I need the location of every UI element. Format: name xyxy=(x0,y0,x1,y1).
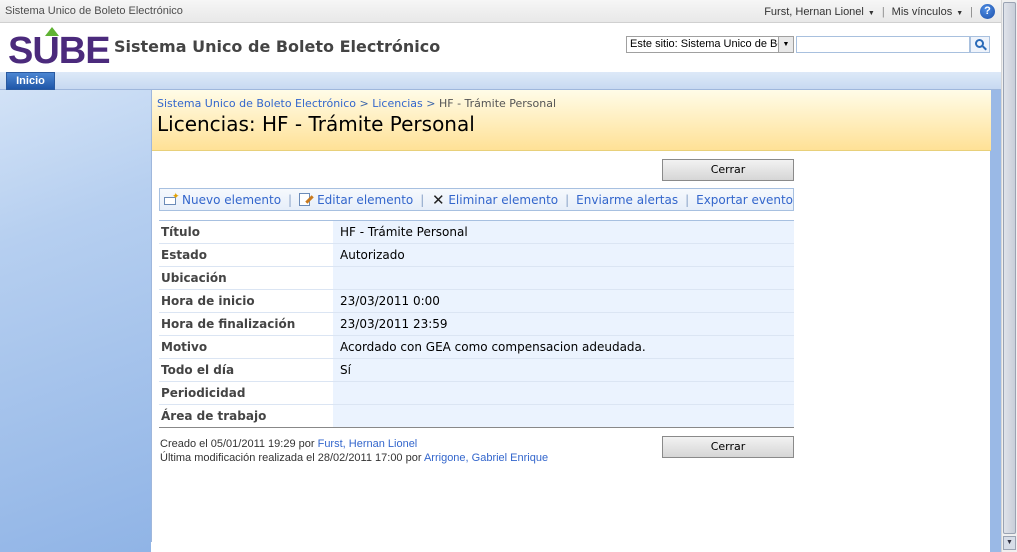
site-title[interactable]: Sistema Unico de Boleto Electrónico xyxy=(114,37,440,56)
divider: | xyxy=(565,192,570,207)
page-title: Licencias: HF - Trámite Personal xyxy=(157,112,475,136)
field-value: 23/03/2011 0:00 xyxy=(333,289,794,313)
new-item-icon: ✦ xyxy=(164,192,180,206)
breadcrumb: Sistema Unico de Boleto Electrónico > Li… xyxy=(157,97,556,110)
field-label: Ubicación xyxy=(159,266,333,290)
created-line: Creado el 05/01/2011 19:29 por Furst, He… xyxy=(160,437,548,451)
breadcrumb-site[interactable]: Sistema Unico de Boleto Electrónico xyxy=(157,97,356,110)
my-links-label: Mis vínculos xyxy=(891,5,953,18)
field-value: Autorizado xyxy=(333,243,794,267)
delete-item-label: Eliminar elemento xyxy=(448,192,559,207)
modified-by-link[interactable]: Arrigone, Gabriel Enrique xyxy=(424,452,548,464)
search-button[interactable] xyxy=(970,36,990,53)
left-navigation-area xyxy=(0,90,151,552)
page-title-area: Sistema Unico de Boleto Electrónico > Li… xyxy=(152,90,991,151)
item-audit-info: Creado el 05/01/2011 19:29 por Furst, He… xyxy=(160,437,548,465)
field-value: HF - Trámite Personal xyxy=(333,220,794,244)
chevron-down-icon: ▼ xyxy=(867,9,875,17)
divider: | xyxy=(881,5,885,18)
edit-icon xyxy=(299,193,314,206)
search-icon-handle xyxy=(982,45,987,51)
breadcrumb-separator: > xyxy=(422,97,439,110)
table-row: Estado Autorizado xyxy=(159,243,794,267)
search-scope-value: Este sitio: Sistema Unico de Bo xyxy=(630,38,784,50)
chevron-down-icon: ▼ xyxy=(778,37,793,52)
divider: | xyxy=(970,5,973,18)
user-name: Furst, Hernan Lionel xyxy=(764,5,864,18)
field-label: Hora de inicio xyxy=(159,289,333,313)
table-row: Hora de inicio 23/03/2011 0:00 xyxy=(159,289,794,313)
vertical-scrollbar[interactable]: ▼ xyxy=(1001,0,1017,552)
my-links-menu[interactable]: Mis vínculos ▼ xyxy=(892,6,963,18)
field-value xyxy=(333,381,794,405)
top-navigation: Inicio xyxy=(0,72,1001,90)
field-label: Título xyxy=(159,220,333,244)
table-row: Ubicación xyxy=(159,266,794,290)
table-row: Área de trabajo xyxy=(159,404,794,428)
table-row: Motivo Acordado con GEA como compensacion… xyxy=(159,335,794,359)
chevron-down-icon: ▼ xyxy=(956,9,964,17)
edit-item-button[interactable]: Editar elemento xyxy=(299,193,413,207)
main-content: Sistema Unico de Boleto Electrónico > Li… xyxy=(151,90,991,542)
field-label: Hora de finalización xyxy=(159,312,333,336)
divider: | xyxy=(685,192,690,207)
table-row: Todo el día Sí xyxy=(159,358,794,382)
close-button-top[interactable]: Cerrar xyxy=(662,159,794,181)
table-row: Título HF - Trámite Personal xyxy=(159,220,794,244)
field-value xyxy=(333,404,794,428)
item-toolbar: ✦ Nuevo elemento | Editar elemento | ✕ E… xyxy=(159,188,794,211)
divider: | xyxy=(420,192,425,207)
user-menu[interactable]: Furst, Hernan Lionel ▼ xyxy=(764,6,875,18)
created-by-link[interactable]: Furst, Hernan Lionel xyxy=(318,438,418,450)
site-header: SUBE Sistema Unico de Boleto Electrónico… xyxy=(0,23,1001,73)
scroll-down-icon[interactable]: ▼ xyxy=(1003,536,1016,550)
new-item-label: Nuevo elemento xyxy=(182,192,282,207)
modified-text: Última modificación realizada el 28/02/2… xyxy=(160,452,424,464)
search-scope-select[interactable]: Este sitio: Sistema Unico de Bo ▼ xyxy=(626,36,794,53)
scrollbar-thumb[interactable] xyxy=(1003,2,1016,534)
search-input[interactable] xyxy=(796,36,970,53)
breadcrumb-list[interactable]: Licencias xyxy=(372,97,423,110)
top-bar-links: Furst, Hernan Lionel ▼ | Mis vínculos ▼ | … xyxy=(764,4,995,19)
tab-inicio[interactable]: Inicio xyxy=(6,72,55,90)
breadcrumb-current: HF - Trámite Personal xyxy=(439,97,557,110)
created-text: Creado el 05/01/2011 19:29 por xyxy=(160,438,318,450)
breadcrumb-separator: > xyxy=(356,97,373,110)
field-value: 23/03/2011 23:59 xyxy=(333,312,794,336)
field-label: Periodicidad xyxy=(159,381,333,405)
right-gutter xyxy=(990,90,1001,552)
logo-text: SUBE xyxy=(8,30,111,72)
table-row: Periodicidad xyxy=(159,381,794,405)
edit-item-label: Editar elemento xyxy=(317,192,414,207)
field-label: Estado xyxy=(159,243,333,267)
help-icon[interactable]: ? xyxy=(980,4,995,19)
close-button-bottom[interactable]: Cerrar xyxy=(662,436,794,458)
export-event-button[interactable]: Exportar evento xyxy=(696,193,793,207)
delete-icon: ✕ xyxy=(432,190,445,209)
top-bar: Sistema Unico de Boleto Electrónico Furs… xyxy=(0,0,1001,23)
site-logo[interactable]: SUBE xyxy=(8,27,111,72)
alert-me-button[interactable]: Enviarme alertas xyxy=(576,193,678,207)
field-value: Acordado con GEA como compensacion adeud… xyxy=(333,335,794,359)
field-label: Área de trabajo xyxy=(159,404,333,428)
delete-item-button[interactable]: ✕ Eliminar elemento xyxy=(431,190,559,209)
item-properties-table: Título HF - Trámite Personal Estado Autori… xyxy=(159,220,794,428)
table-row: Hora de finalización 23/03/2011 23:59 xyxy=(159,312,794,336)
field-value: Sí xyxy=(333,358,794,382)
field-label: Motivo xyxy=(159,335,333,359)
field-value xyxy=(333,266,794,290)
modified-line: Última modificación realizada el 28/02/2… xyxy=(160,451,548,465)
site-name: Sistema Unico de Boleto Electrónico xyxy=(5,5,183,17)
divider: | xyxy=(288,192,293,207)
field-label: Todo el día xyxy=(159,358,333,382)
new-item-button[interactable]: ✦ Nuevo elemento xyxy=(164,192,282,207)
